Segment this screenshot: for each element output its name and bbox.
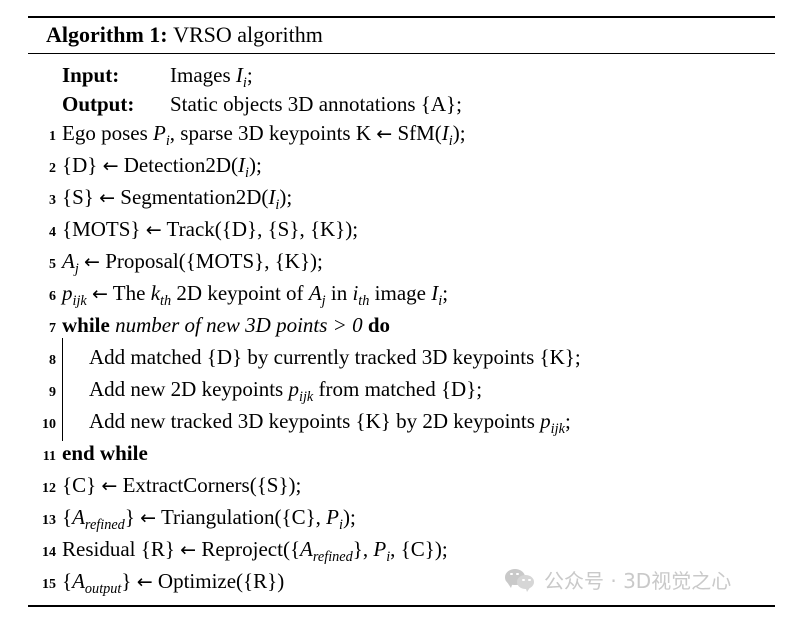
output-label: Output: [62,92,135,116]
assign-arrow: ← [101,475,118,497]
loop-indent-bar: Add new tracked 3D keypoints {K} by 2D k… [62,402,571,441]
algo-line-6: 6 pijk ← The kth 2D keypoint of Aj in it… [28,279,775,311]
var-p: p [62,281,73,305]
line-number-9: 9 [49,385,56,400]
output-value: Static objects 3D annotations {A}; [170,92,462,116]
line-number-2: 2 [49,161,56,176]
algorithm-block: Algorithm 1: VRSO algorithm Input: Images… [28,16,775,607]
while-condition: number of new 3D points > 0 [115,313,363,337]
line-11-content: end while [62,439,775,468]
var-I: I [235,63,243,87]
input-content: Input: Images Ii; [62,61,775,90]
algorithm-body: Input: Images Ii; Output: Static objects 3… [28,54,775,605]
while-keyword: while [62,313,110,337]
loop-indent-bar: Add matched {D} by currently tracked 3D … [62,338,581,377]
line-3-content: {S} ← Segmentation2D(Ii); [62,185,293,214]
line-number-1: 1 [49,129,56,144]
line-4-content: {MOTS} ← Track({D}, {S}, {K}); [62,217,359,241]
algo-line-5: 5 Aj ← Proposal({MOTS}, {K}); [28,247,775,279]
line-14-content: Residual {R} ← Reproject({Arefined}, Pi,… [62,537,448,566]
line-number-12: 12 [42,481,56,496]
algo-line-7: 7 while number of new 3D points > 0 do [28,311,775,343]
algo-line-10: 10 Add new tracked 3D keypoints {K} by 2… [28,402,775,441]
line-12-content: {C} ← ExtractCorners({S}); [62,473,302,497]
algo-line-2: 2 {D} ← Detection2D(Ii); [28,151,775,183]
algo-line-4: 4 {MOTS} ← Track({D}, {S}, {K}); [28,215,775,247]
output-content: Output: Static objects 3D annotations {A}… [62,90,775,119]
line-2-content: {D} ← Detection2D(Ii); [62,153,262,182]
line-number-10: 10 [42,417,56,432]
algo-line-12: 12 {C} ← ExtractCorners({S}); [28,471,775,503]
line-13-content: {Arefined} ← Triangulation({C}, Pi); [62,505,356,534]
line-number-3: 3 [49,193,56,208]
line-number-4: 4 [49,225,56,240]
algo-line-8: 8 Add matched {D} by currently tracked 3… [28,338,775,377]
output-row: Output: Static objects 3D annotations {A}… [28,90,775,119]
assign-arrow: ← [140,507,157,529]
algo-line-11: 11 end while [28,439,775,471]
end-while-keyword: end while [62,441,148,465]
line-8-text: Add matched {D} by currently tracked 3D … [89,345,581,369]
loop-indent-bar: Add new 2D keypoints pijk from matched {… [62,370,482,409]
assign-arrow: ← [99,187,116,209]
watermark-text: 公众号 · 3D视觉之心 [544,569,732,593]
line-7-content: while number of new 3D points > 0 do [62,311,775,340]
assign-arrow: ← [102,155,119,177]
do-keyword: do [367,313,391,337]
line-10-content: Add new tracked 3D keypoints {K} by 2D k… [62,402,775,441]
algorithm-caption: Algorithm 1: VRSO algorithm [28,18,775,53]
line-number-14: 14 [42,545,56,560]
algo-line-3: 3 {S} ← Segmentation2D(Ii); [28,183,775,215]
watermark: 公众号 · 3D视觉之心 [505,565,731,594]
line-8-content: Add matched {D} by currently tracked 3D … [62,338,775,377]
assign-arrow: ← [92,283,108,305]
input-label: Input: [62,63,120,87]
line-number-15: 15 [42,577,56,592]
var-P: P [153,121,166,145]
assign-arrow: ← [84,251,100,273]
line-9-content: Add new 2D keypoints pijk from matched {… [62,370,775,409]
line-1-content: Ego poses Pi, sparse 3D keypoints K ← Sf… [62,121,466,150]
line-number-8: 8 [49,353,56,368]
assign-arrow: ← [136,571,153,593]
algo-line-1: 1 Ego poses Pi, sparse 3D keypoints K ← … [28,119,775,151]
line-number-7: 7 [49,321,56,336]
wechat-icon [505,568,535,592]
var-A: A [62,249,75,273]
algo-line-9: 9 Add new 2D keypoints pijk from matched… [28,370,775,409]
assign-arrow: ← [145,219,162,241]
algo-line-14: 14 Residual {R} ← Reproject({Arefined}, … [28,535,775,567]
line-number-11: 11 [42,449,56,464]
input-row: Input: Images Ii; [28,61,775,90]
caption-title: VRSO algorithm [173,22,323,47]
line-number-5: 5 [49,257,56,272]
line-number-6: 6 [49,289,56,304]
assign-arrow: ← [376,123,393,145]
input-value: Images Ii; [170,63,253,92]
bottom-rule [28,605,775,607]
line-6-content: pijk ← The kth 2D keypoint of Aj in ith … [62,281,449,310]
line-number-13: 13 [42,513,56,528]
assign-arrow: ← [180,539,197,561]
algo-line-13: 13 {Arefined} ← Triangulation({C}, Pi); [28,503,775,535]
caption-label: Algorithm 1: [46,22,168,47]
line-5-content: Aj ← Proposal({MOTS}, {K}); [62,249,323,278]
